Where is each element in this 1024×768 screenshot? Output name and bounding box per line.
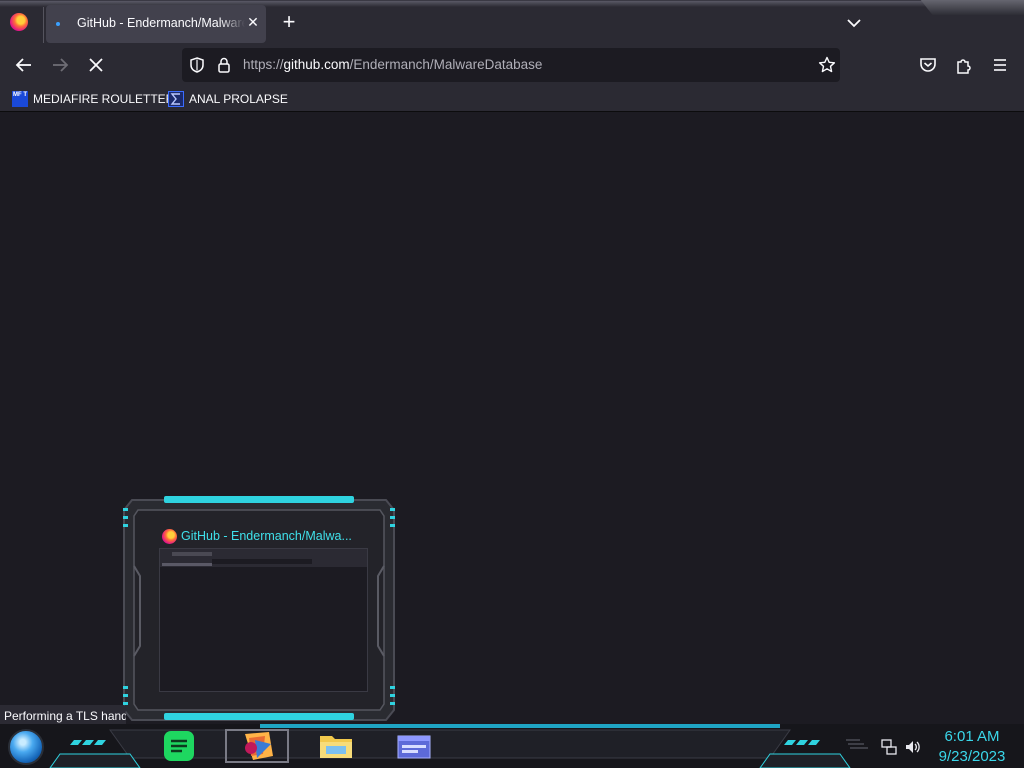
start-button[interactable] <box>8 729 44 765</box>
preview-title: GitHub - Endermanch/Malwa... <box>181 529 352 543</box>
firefox-menu-icon[interactable] <box>10 13 28 31</box>
firefox-icon <box>245 732 273 760</box>
tab-title: GitHub - Endermanch/MalwareDatabase <box>77 16 245 30</box>
tab-close-icon[interactable]: ✕ <box>245 14 261 32</box>
extensions-icon[interactable] <box>950 52 978 78</box>
chevron-down-icon[interactable] <box>844 13 864 33</box>
taskbar: 6:01 AM 9/23/2023 <box>0 724 1024 768</box>
firefox-icon <box>162 529 177 544</box>
hamburger-menu-icon[interactable] <box>986 52 1014 78</box>
bookmark-second[interactable]: ANAL PROLAPSE <box>168 88 288 110</box>
tab-active[interactable]: GitHub - Endermanch/MalwareDatabase ✕ <box>46 5 266 43</box>
taskbar-app-file-explorer[interactable] <box>310 730 362 762</box>
bookmark-star-icon[interactable] <box>818 56 836 74</box>
url-host: github.com <box>283 57 350 72</box>
new-tab-icon[interactable]: + <box>278 11 300 35</box>
tab-separator <box>43 7 44 43</box>
bookmark-label: MEDIAFIRE ROULETTER <box>33 92 175 106</box>
preview-window-thumbnail[interactable] <box>159 548 368 692</box>
bookmark-mediafire[interactable]: MF T MEDIAFIRE ROULETTER <box>12 88 174 110</box>
stop-loading-icon[interactable] <box>82 52 110 78</box>
mediafire-icon: MF T <box>12 91 28 107</box>
taskbar-app-window[interactable] <box>388 730 440 762</box>
taskbar-app-firefox[interactable] <box>231 730 283 762</box>
url-scheme: https:// <box>243 57 284 72</box>
lock-icon[interactable] <box>216 56 232 74</box>
url-path: /Endermanch/MalwareDatabase <box>349 57 543 72</box>
back-arrow-icon[interactable] <box>10 52 38 78</box>
folder-icon <box>320 736 352 758</box>
pocket-icon[interactable] <box>914 52 942 78</box>
bookmarks-toolbar: MF T MEDIAFIRE ROULETTER ANAL PROLAPSE <box>0 86 1024 112</box>
forward-arrow-icon[interactable] <box>46 52 74 78</box>
window-app-icon <box>397 735 431 759</box>
url-text[interactable]: https://github.com/Endermanch/MalwareDat… <box>243 57 542 72</box>
volume-icon[interactable] <box>904 738 922 756</box>
shield-icon[interactable] <box>188 56 206 74</box>
taskbar-app-spotify[interactable] <box>152 730 204 762</box>
loading-indicator-icon <box>56 22 60 26</box>
status-panel: Performing a TLS hand <box>0 705 126 726</box>
bookmark-sigma-icon <box>168 91 184 107</box>
navigation-toolbar: https://github.com/Endermanch/MalwareDat… <box>0 44 1024 86</box>
tab-strip: GitHub - Endermanch/MalwareDatabase ✕ + <box>0 0 1024 44</box>
clock-time[interactable]: 6:01 AM <box>941 728 1003 745</box>
network-icon[interactable] <box>880 738 898 756</box>
spotify-icon <box>164 731 194 761</box>
url-bar[interactable]: https://github.com/Endermanch/MalwareDat… <box>182 48 840 82</box>
clock-date[interactable]: 9/23/2023 <box>934 748 1010 765</box>
window-frame-decoration <box>920 0 1024 15</box>
bookmark-label: ANAL PROLAPSE <box>189 92 288 106</box>
taskbar-thumbnail-preview[interactable]: GitHub - Endermanch/Malwa... <box>122 496 396 722</box>
